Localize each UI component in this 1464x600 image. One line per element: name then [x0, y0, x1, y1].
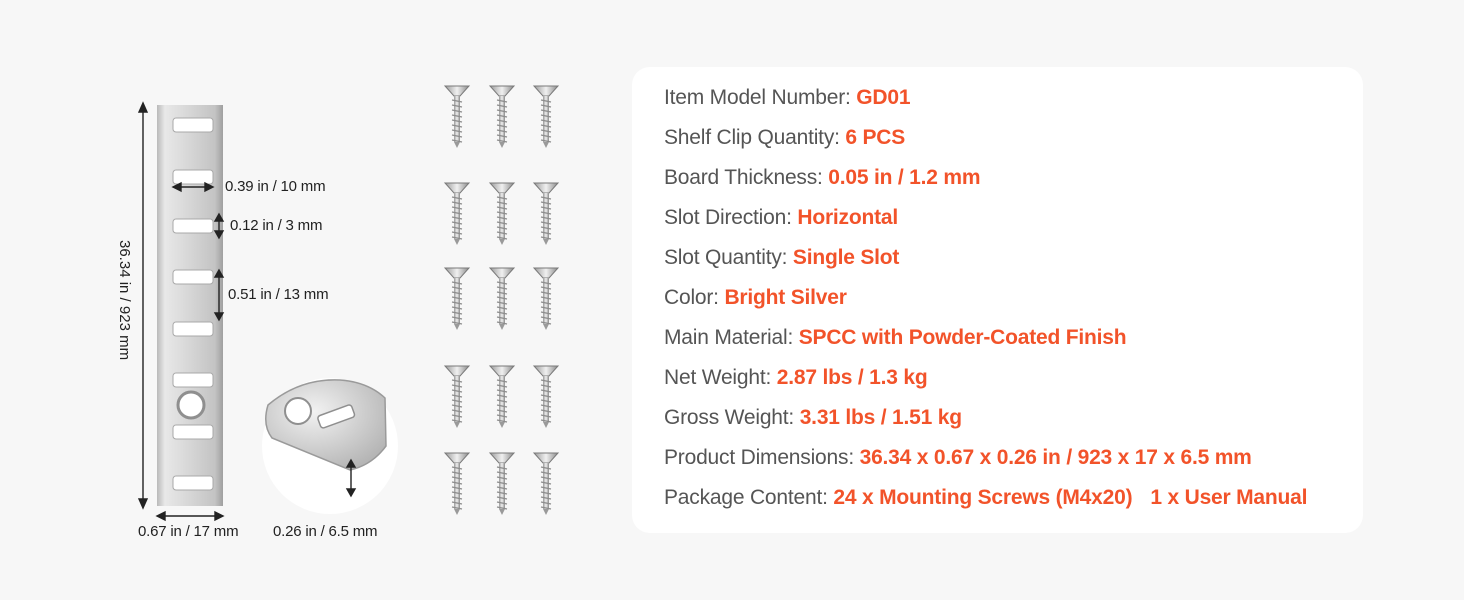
screw-icon: [443, 267, 471, 330]
width-arrow: [155, 510, 225, 522]
height-arrow: [137, 101, 149, 510]
spec-label: Gross Weight:: [664, 406, 800, 429]
spec-row-package-content: Package Content: 24 x Mounting Screws (M…: [664, 486, 1307, 510]
screw-icon: [532, 85, 560, 148]
spec-label: Net Weight:: [664, 366, 777, 389]
spec-row-material: Main Material: SPCC with Powder-Coated F…: [664, 326, 1127, 350]
spec-value: Horizontal: [797, 206, 899, 229]
spec-value: Bright Silver: [724, 286, 847, 309]
screw-icon: [532, 365, 560, 428]
spec-value: 3.31 lbs / 1.51 kg: [799, 406, 962, 429]
spec-card: Item Model Number: GD01 Shelf Clip Quant…: [632, 67, 1363, 533]
screws-grid: [443, 85, 560, 515]
spec-row-dimensions: Product Dimensions: 36.34 x 0.67 x 0.26 …: [664, 446, 1252, 470]
screw-icon: [488, 365, 516, 428]
product-infographic: 36.34 in / 923 mm 0.39 in / 10 mm 0.12 i…: [0, 0, 1464, 600]
spec-label: Shelf Clip Quantity:: [664, 126, 846, 149]
slot-width-label: 0.39 in / 10 mm: [225, 178, 326, 195]
clip-depth-label: 0.26 in / 6.5 mm: [273, 523, 378, 540]
spec-label: Slot Direction:: [664, 206, 798, 229]
screw-icon: [443, 182, 471, 245]
screw-icon: [443, 452, 471, 515]
screw-icon: [532, 452, 560, 515]
spec-value: SPCC with Powder-Coated Finish: [798, 326, 1127, 349]
spec-row-model: Item Model Number: GD01: [664, 86, 911, 110]
screw-icon: [443, 365, 471, 428]
spec-label: Item Model Number:: [664, 86, 857, 109]
width-dimension-label: 0.67 in / 17 mm: [138, 523, 239, 540]
spec-row-gross-weight: Gross Weight: 3.31 lbs / 1.51 kg: [664, 406, 962, 430]
spec-row-color: Color: Bright Silver: [664, 286, 847, 310]
spec-label: Board Thickness:: [664, 166, 829, 189]
screw-icon: [532, 182, 560, 245]
screw-icon: [443, 85, 471, 148]
spec-row-clip-quantity: Shelf Clip Quantity: 6 PCS: [664, 126, 905, 150]
screw-icon: [488, 182, 516, 245]
spec-row-slot-direction: Slot Direction: Horizontal: [664, 206, 898, 230]
spec-value: 36.34 x 0.67 x 0.26 in / 923 x 17 x 6.5 …: [859, 446, 1252, 469]
spec-label: Package Content:: [664, 486, 834, 509]
screw-icon: [532, 267, 560, 330]
spec-label: Color:: [664, 286, 725, 309]
spec-row-board-thickness: Board Thickness: 0.05 in / 1.2 mm: [664, 166, 981, 190]
shelf-strip: [157, 105, 223, 506]
spec-label: Slot Quantity:: [664, 246, 793, 269]
strip-mount-hole: [176, 390, 206, 420]
spec-value: 6 PCS: [845, 126, 906, 149]
spec-value-secondary: 1 x User Manual: [1150, 486, 1308, 509]
spec-value: GD01: [856, 86, 911, 109]
spec-value: 2.87 lbs / 1.3 kg: [776, 366, 928, 389]
spec-value: 0.05 in / 1.2 mm: [828, 166, 981, 189]
screw-icon: [488, 85, 516, 148]
spec-value: 24 x Mounting Screws (M4x20): [833, 486, 1133, 509]
spec-label: Main Material:: [664, 326, 799, 349]
spec-value: Single Slot: [792, 246, 900, 269]
spec-row-slot-quantity: Slot Quantity: Single Slot: [664, 246, 899, 270]
screw-icon: [488, 452, 516, 515]
spec-label: Product Dimensions:: [664, 446, 860, 469]
screw-icon: [488, 267, 516, 330]
height-dimension-label: 36.34 in / 923 mm: [116, 240, 133, 361]
spec-row-net-weight: Net Weight: 2.87 lbs / 1.3 kg: [664, 366, 928, 390]
slot-height-label: 0.12 in / 3 mm: [230, 217, 323, 234]
slot-pitch-label: 0.51 in / 13 mm: [228, 286, 329, 303]
